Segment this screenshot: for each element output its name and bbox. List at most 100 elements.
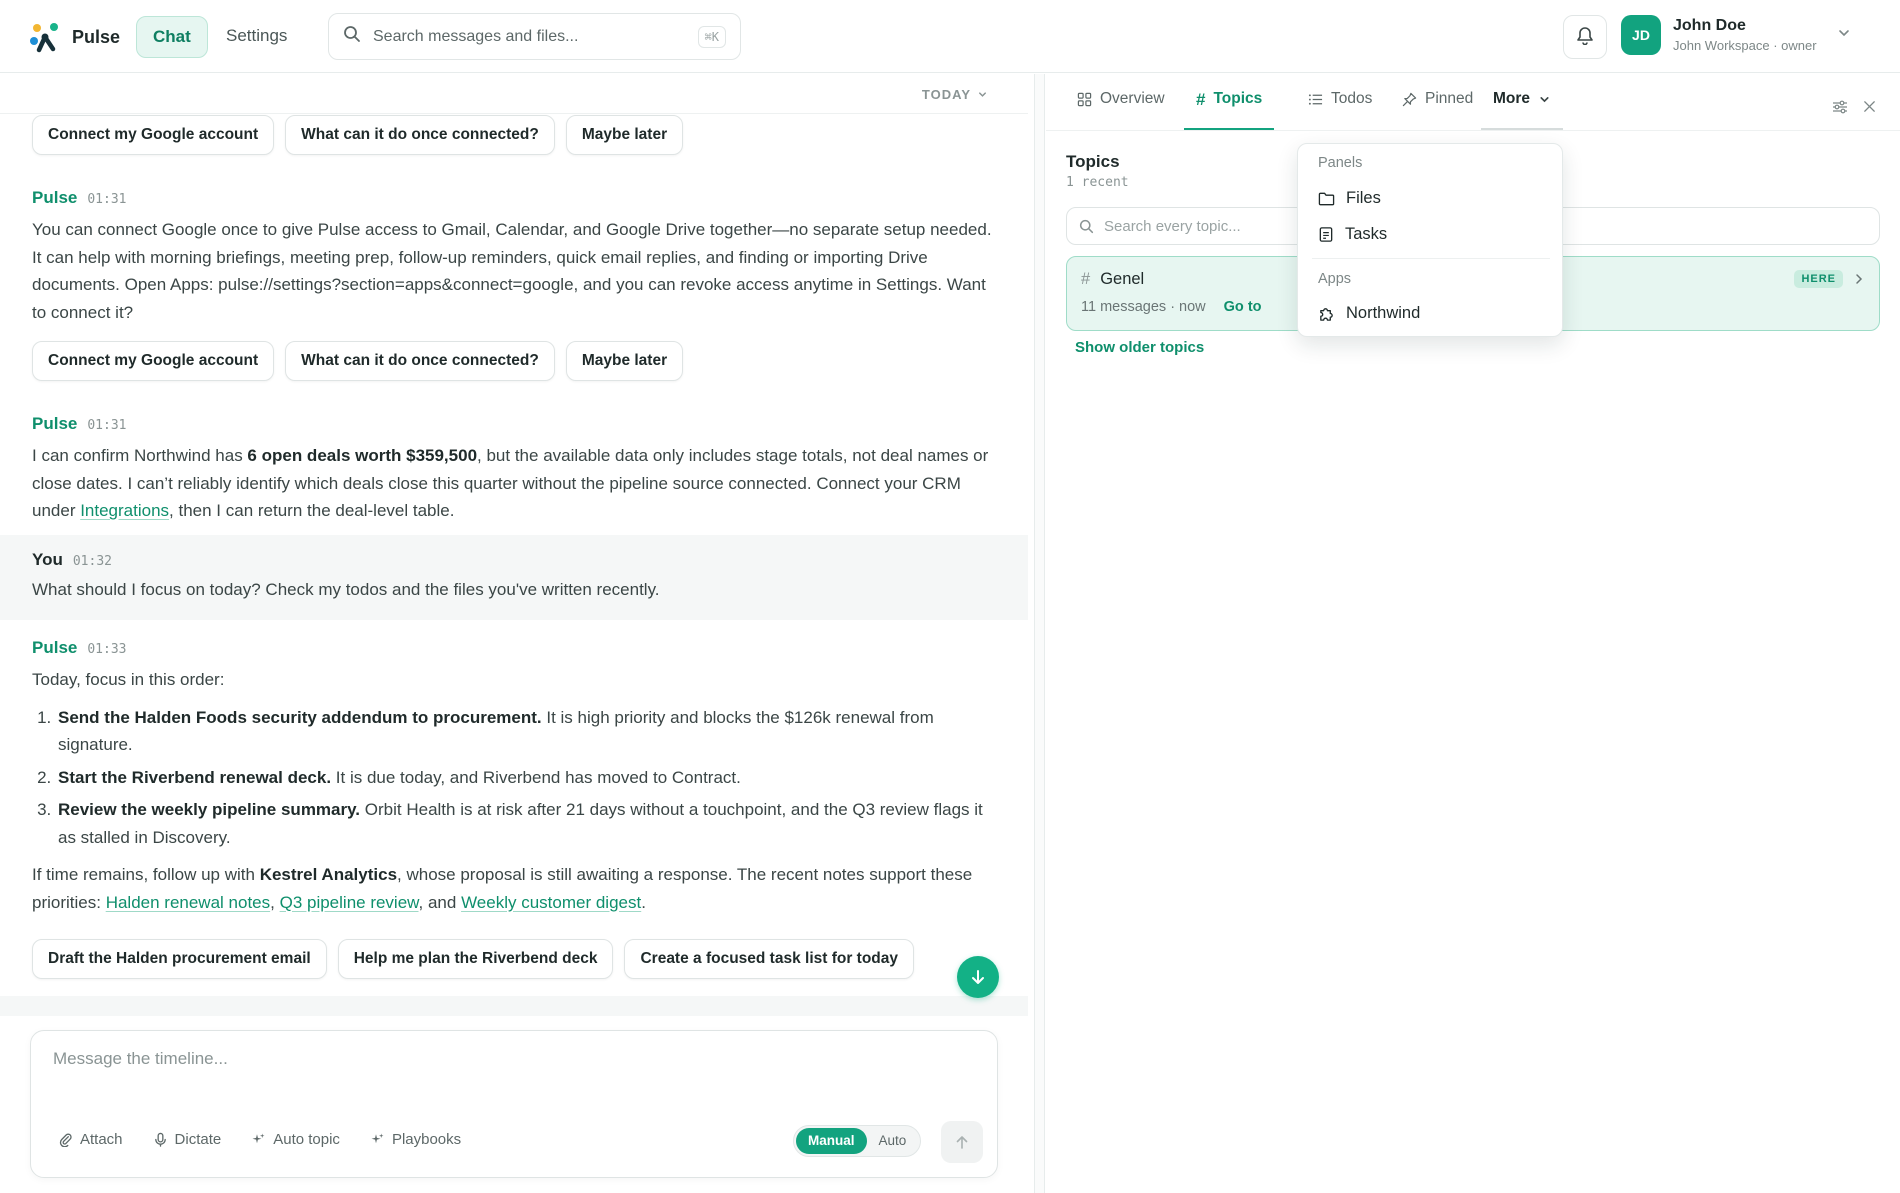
app-name: Pulse xyxy=(72,26,121,47)
topic-meta: 11 messages · now Go to xyxy=(1081,299,1262,315)
chevron-right-icon xyxy=(1853,271,1865,291)
chip-draft-halden-email[interactable]: Draft the Halden procurement email xyxy=(32,939,327,979)
message-pulse: Pulse 01:33 Today, focus in this order: … xyxy=(0,638,1028,916)
brand[interactable]: Pulse xyxy=(28,20,120,54)
menu-item-northwind[interactable]: Northwind xyxy=(1318,304,1420,323)
attach-button[interactable]: Attach xyxy=(58,1131,123,1148)
message-text-part: , xyxy=(270,892,280,912)
send-button[interactable] xyxy=(941,1121,983,1163)
microphone-icon xyxy=(154,1132,166,1147)
scroll-to-bottom-button[interactable] xyxy=(957,956,999,998)
tab-overview[interactable]: Overview xyxy=(1065,90,1177,130)
dictate-label: Dictate xyxy=(174,1131,222,1148)
topic-name: Genel xyxy=(1100,270,1145,288)
mode-manual-option[interactable]: Manual xyxy=(796,1128,867,1154)
focus-list: Send the Halden Foods security addendum … xyxy=(56,704,996,852)
message-text-part: , and xyxy=(418,892,462,912)
message-text-part: If time remains, follow up with xyxy=(32,865,260,884)
list-icon xyxy=(1308,94,1323,105)
list-item: Start the Riverbend renewal deck. It is … xyxy=(56,764,996,792)
chip-connect-google[interactable]: Connect my Google account xyxy=(32,341,275,381)
mode-toggle: Manual Auto xyxy=(793,1125,922,1157)
chevron-down-icon xyxy=(1837,25,1851,45)
panel-resize-handle[interactable] xyxy=(1034,74,1045,1193)
tab-todos[interactable]: Todos xyxy=(1296,90,1384,130)
message-time: 01:31 xyxy=(87,192,127,207)
list-item-title: Start the Riverbend renewal deck. xyxy=(58,767,332,787)
search-icon xyxy=(343,25,361,48)
menu-divider xyxy=(1312,258,1550,259)
sparkle-icon xyxy=(371,1133,384,1144)
paperclip-icon xyxy=(59,1133,72,1147)
chat-timeline: TODAY Connect my Google account What can… xyxy=(0,74,1028,1193)
user-menu[interactable]: JD John Doe John Workspace · owner xyxy=(1621,15,1851,55)
chevron-down-icon xyxy=(979,92,986,97)
task-list-icon xyxy=(1319,227,1333,242)
weekly-digest-link[interactable]: Weekly customer digest xyxy=(461,893,641,912)
playbooks-button[interactable]: Playbooks xyxy=(370,1131,461,1148)
menu-item-tasks[interactable]: Tasks xyxy=(1318,225,1387,244)
topic-search-input[interactable]: Search every topic... xyxy=(1104,218,1241,235)
tab-topics[interactable]: # Topics xyxy=(1184,90,1275,130)
menu-item-files[interactable]: Files xyxy=(1318,189,1381,208)
tab-more[interactable]: More xyxy=(1481,90,1564,130)
notifications-button[interactable] xyxy=(1563,15,1607,59)
list-item: Send the Halden Foods security addendum … xyxy=(56,704,996,759)
composer-tools: Attach Dictate Auto topic Playbooks xyxy=(58,1131,461,1148)
message-text: Today, focus in this order: Send the Hal… xyxy=(32,666,996,916)
list-item: Review the weekly pipeline summary. Orbi… xyxy=(56,796,996,851)
integrations-link[interactable]: Integrations xyxy=(80,501,169,520)
message-pulse: Pulse 01:31 I can confirm Northwind has … xyxy=(0,414,1028,525)
message-input[interactable]: Message the timeline... xyxy=(53,1049,228,1069)
global-search[interactable]: Search messages and files... ⌘K xyxy=(328,13,741,60)
message-text: I can confirm Northwind has 6 open deals… xyxy=(32,442,996,525)
chip-connect-google[interactable]: Connect my Google account xyxy=(32,115,275,155)
message-sender: You xyxy=(32,550,63,569)
topic-goto-link[interactable]: Go to xyxy=(1224,299,1262,315)
menu-section-label: Apps xyxy=(1318,271,1352,287)
more-menu: Panels Files Tasks Apps Northwind xyxy=(1297,143,1563,337)
show-older-topics-link[interactable]: Show older topics xyxy=(1075,339,1204,356)
pulse-logo-icon xyxy=(28,20,62,54)
message-you: You 01:32 What should I focus on today? … xyxy=(0,535,1028,620)
dictate-button[interactable]: Dictate xyxy=(153,1131,222,1148)
suggestion-chips: Draft the Halden procurement email Help … xyxy=(32,939,915,979)
auto-topic-button[interactable]: Auto topic xyxy=(251,1131,340,1148)
message-time: 01:32 xyxy=(72,554,112,569)
date-filter[interactable]: TODAY xyxy=(922,87,988,102)
hash-icon: # xyxy=(1196,90,1206,109)
message-text-part: I can confirm Northwind has xyxy=(32,446,248,465)
chip-maybe-later[interactable]: Maybe later xyxy=(565,341,684,381)
menu-section-label: Panels xyxy=(1318,155,1363,171)
tab-label: Pinned xyxy=(1425,90,1474,107)
auto-topic-label: Auto topic xyxy=(273,1131,340,1148)
filter-settings-icon[interactable] xyxy=(1832,99,1848,120)
message-intro: Today, focus in this order: xyxy=(32,670,225,689)
sparkle-icon xyxy=(252,1133,265,1144)
date-divider: TODAY xyxy=(0,74,1028,114)
chip-plan-riverbend-deck[interactable]: Help me plan the Riverbend deck xyxy=(337,939,614,979)
mode-auto-option[interactable]: Auto xyxy=(867,1128,919,1154)
message-outro: If time remains, follow up with Kestrel … xyxy=(32,861,996,916)
chevron-down-icon xyxy=(1540,97,1549,103)
message-sender: Pulse xyxy=(32,188,78,207)
message-text-part: , then I can return the deal-level table… xyxy=(169,501,455,520)
folder-icon xyxy=(1318,192,1335,205)
arrow-down-icon xyxy=(972,970,984,984)
search-input[interactable]: Search messages and files... xyxy=(373,28,686,46)
message-text: What should I focus on today? Check my t… xyxy=(32,580,660,599)
halden-notes-link[interactable]: Halden renewal notes xyxy=(106,893,270,912)
bell-icon xyxy=(1576,25,1594,50)
nav-tab-chat[interactable]: Chat xyxy=(136,16,208,58)
tab-pinned[interactable]: Pinned xyxy=(1390,90,1485,130)
chip-maybe-later[interactable]: Maybe later xyxy=(565,115,684,155)
panel-tabs: Overview # Topics Todos Pinned More xyxy=(1046,74,1900,131)
close-icon[interactable] xyxy=(1862,99,1877,119)
message-sender: Pulse xyxy=(32,638,78,657)
nav-tab-settings[interactable]: Settings xyxy=(210,16,303,58)
chip-focused-task-list[interactable]: Create a focused task list for today xyxy=(624,939,915,979)
q3-pipeline-link[interactable]: Q3 pipeline review xyxy=(280,893,419,912)
status-badge: HERE xyxy=(1794,270,1843,288)
chip-what-can-it-do[interactable]: What can it do once connected? xyxy=(285,341,555,381)
chip-what-can-it-do[interactable]: What can it do once connected? xyxy=(285,115,555,155)
